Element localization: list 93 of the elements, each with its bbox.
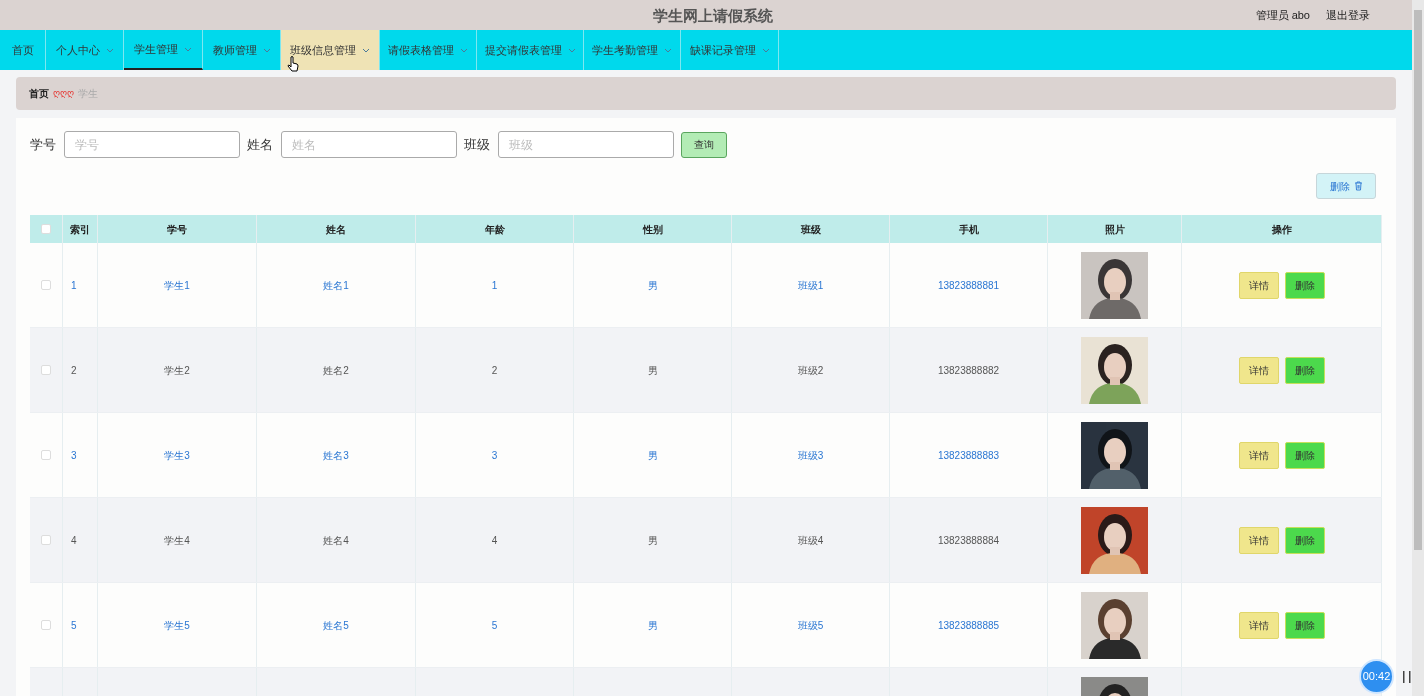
detail-button[interactable]: 详情: [1238, 441, 1279, 469]
table-cell-text: 5: [71, 618, 77, 633]
delete-button[interactable]: 删除: [1284, 271, 1325, 299]
table-cell-text: 男: [647, 278, 658, 293]
table-cell-text: 班级2: [797, 363, 824, 378]
nav-tab[interactable]: 班级信息管理: [281, 30, 380, 70]
hand-cursor-icon: [287, 56, 299, 73]
table-cell-text: 3: [491, 448, 498, 463]
table-cell-text: 1: [491, 278, 498, 293]
scrollbar[interactable]: [1412, 0, 1424, 696]
table-cell-text: 13823888884: [937, 533, 1000, 548]
column-header: 班级: [800, 222, 821, 237]
detail-button[interactable]: 详情: [1238, 526, 1279, 554]
column-header: 照片: [1104, 222, 1125, 237]
table-cell-text: 男: [647, 618, 658, 633]
table-cell-text: 姓名3: [323, 448, 349, 463]
nav-tab[interactable]: 个人中心: [46, 30, 124, 70]
table-cell-text: 13823888882: [937, 363, 1000, 378]
user-name: 管理员 abo: [1255, 7, 1310, 23]
detail-button[interactable]: 详情: [1238, 271, 1279, 299]
column-header: 姓名: [326, 222, 346, 237]
column-header: 索引: [70, 222, 90, 237]
column-header: 性别: [642, 222, 663, 237]
table-cell-text: 姓名2: [323, 363, 349, 378]
delete-button[interactable]: 删除: [1284, 441, 1325, 469]
nav-tab[interactable]: 提交请假表管理: [477, 30, 584, 70]
table-cell-text: 13823888885: [937, 618, 1000, 633]
pause-icon: [1402, 669, 1412, 684]
delete-button[interactable]: 删除: [1284, 356, 1325, 384]
table-cell-text: 4: [491, 533, 498, 548]
breadcrumb-separator: ღღღ: [53, 86, 74, 100]
delete-selected-button[interactable]: 删除: [1316, 173, 1376, 199]
nav-tab[interactable]: 缺课记录管理: [681, 30, 779, 70]
checkbox[interactable]: [41, 450, 51, 460]
column-header: 年龄: [484, 222, 505, 237]
chevron-down-icon: [262, 47, 271, 53]
breadcrumb-link[interactable]: 首页: [29, 86, 49, 101]
table-cell-text: 学生3: [164, 448, 190, 463]
table-cell-text: 13823888883: [937, 448, 1000, 463]
checkbox[interactable]: [41, 280, 51, 290]
nav-tab[interactable]: 学生考勤管理: [584, 30, 681, 70]
delete-button[interactable]: 删除: [1284, 611, 1325, 639]
table-cell-text: 13823888881: [937, 278, 1000, 293]
logout-link[interactable]: 退出登录: [1326, 6, 1370, 24]
chevron-down-icon: [761, 47, 770, 53]
field-label: 姓名: [247, 135, 273, 154]
detail-button[interactable]: 详情: [1238, 611, 1279, 639]
search-field[interactable]: 姓名: [281, 131, 457, 158]
nav-tab[interactable]: 首页: [0, 30, 46, 70]
checkbox[interactable]: [41, 620, 51, 630]
table-cell-text: 男: [647, 363, 658, 378]
field-label: 班级: [464, 135, 490, 154]
table-cell-text: 班级4: [797, 533, 824, 548]
table-cell-text: 2: [491, 363, 498, 378]
field-label: 学号: [30, 135, 56, 154]
detail-button[interactable]: 详情: [1238, 356, 1279, 384]
table-cell-text: 2: [71, 363, 77, 378]
query-button[interactable]: 查询: [681, 131, 727, 158]
table-cell-text: 5: [491, 618, 498, 633]
table-cell-text: 男: [647, 533, 658, 548]
trash-icon: [1353, 181, 1363, 191]
table-cell-text: 4: [71, 533, 77, 548]
chevron-down-icon: [567, 47, 576, 53]
column-header: 学号: [167, 222, 187, 237]
table-cell-text: 姓名5: [323, 618, 349, 633]
table-cell-text: 学生5: [164, 618, 190, 633]
chevron-down-icon: [362, 47, 370, 53]
nav-tab[interactable]: 请假表格管理: [380, 30, 477, 70]
search-field[interactable]: 班级: [498, 131, 674, 158]
search-field[interactable]: 学号: [64, 131, 240, 158]
delete-button[interactable]: 删除: [1284, 526, 1325, 554]
table-cell-text: 学生2: [164, 363, 190, 378]
checkbox[interactable]: [41, 224, 51, 234]
table-cell-text: 男: [647, 448, 658, 463]
chevron-down-icon: [460, 47, 468, 53]
column-header: 操作: [1271, 222, 1292, 237]
table-cell-text: 学生1: [164, 278, 190, 293]
table-cell-text: 班级1: [797, 278, 824, 293]
app-title: 学生网上请假系统: [653, 6, 773, 26]
chevron-down-icon: [664, 47, 672, 53]
table-cell-text: 姓名4: [323, 533, 349, 548]
table-cell-text: 3: [71, 448, 77, 463]
column-header: 手机: [958, 222, 979, 237]
table-cell-text: 班级5: [797, 618, 824, 633]
nav-tab[interactable]: 学生管理: [124, 30, 203, 70]
checkbox[interactable]: [41, 365, 51, 375]
table-cell-text: 学生4: [164, 533, 190, 548]
table-cell-text: 姓名1: [323, 278, 349, 293]
chevron-down-icon: [105, 47, 114, 53]
chevron-down-icon: [184, 46, 192, 52]
checkbox[interactable]: [41, 535, 51, 545]
table-cell-text: 1: [71, 278, 77, 293]
table-cell-text: 班级3: [797, 448, 824, 463]
